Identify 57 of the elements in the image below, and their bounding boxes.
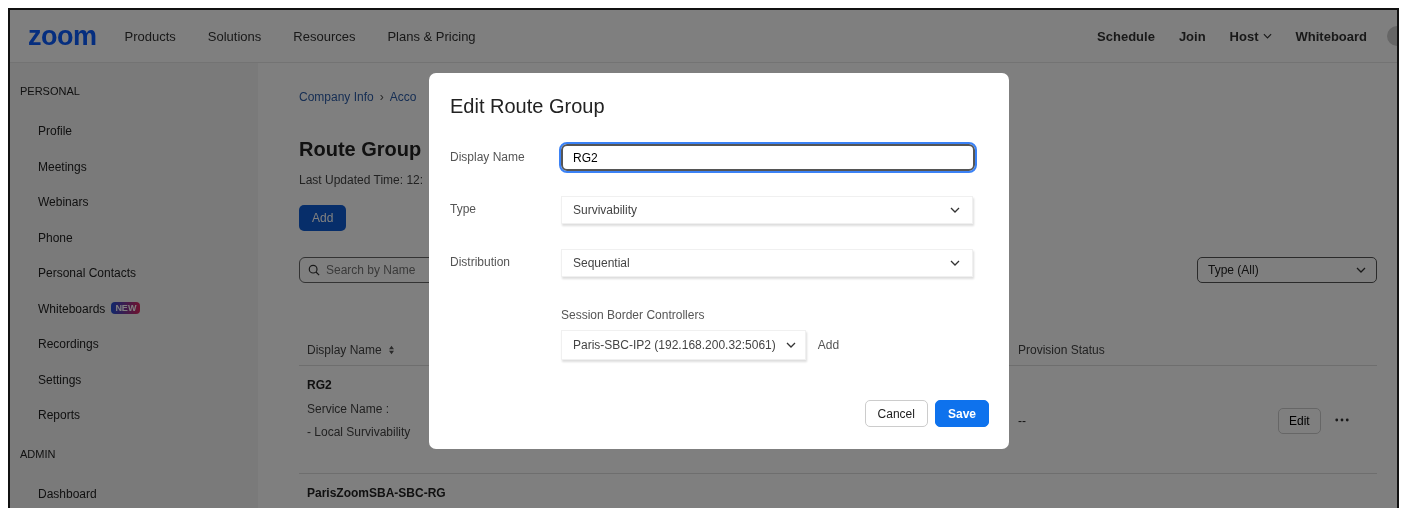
nav-link[interactable]: Resources (293, 28, 356, 44)
field-label: Session Border Controllers (561, 308, 706, 322)
sort-icon[interactable] (387, 345, 395, 355)
edit-button[interactable]: Edit (1278, 408, 1321, 434)
sidebar-item[interactable]: Phone (38, 230, 73, 245)
sidebar-item[interactable]: Webinars (38, 195, 89, 209)
chevron-down-icon (1356, 267, 1366, 273)
section-heading: ADMIN (19, 447, 57, 460)
page-title: Route Group (299, 138, 422, 161)
new-badge: NEW (111, 301, 141, 314)
nav-link[interactable]: Whiteboard (1295, 28, 1367, 44)
provision-status: -- (1018, 414, 1026, 428)
add-button[interactable]: Add (299, 205, 347, 231)
distribution-select[interactable]: Sequential (561, 249, 973, 277)
section-heading: PERSONAL (19, 85, 81, 97)
search-icon (308, 264, 320, 276)
sidebar-item[interactable]: Whiteboards (38, 301, 106, 316)
field-label: Display Name (450, 150, 526, 164)
sidebar-item[interactable]: Personal Contacts (38, 266, 137, 280)
sidebar-item[interactable]: Settings (38, 372, 82, 387)
nav-link[interactable]: Solutions (207, 28, 262, 44)
add-link[interactable]: Add (817, 338, 840, 352)
sidebar-item[interactable]: Dashboard (38, 486, 97, 501)
nav-link[interactable]: Products (124, 28, 176, 44)
nav-link[interactable]: Host (1229, 28, 1272, 44)
field-label: Type (450, 202, 477, 216)
breadcrumb-link[interactable]: Acco (389, 90, 417, 104)
chevron-down-icon (950, 207, 960, 213)
field-label: Distribution (450, 255, 512, 269)
sidebar-item[interactable]: Reports (38, 408, 81, 422)
row-name: RG2 (307, 378, 333, 392)
more-icon[interactable] (1334, 418, 1349, 422)
cancel-button[interactable]: Cancel (864, 400, 928, 427)
nav-link[interactable]: Plans & Pricing (387, 28, 476, 44)
zoom-logo[interactable]: zoom (28, 20, 97, 52)
sbc-select[interactable]: Paris-SBC-IP2 (192.168.200.32:5061) (561, 330, 806, 360)
display-name-field[interactable]: RG2 (561, 144, 975, 171)
row-name: ParisZoomSBA-SBC-RG (307, 486, 447, 500)
sidebar-item[interactable]: Profile (38, 124, 72, 138)
chevron-down-icon (785, 342, 796, 348)
save-button[interactable]: Save (934, 400, 989, 427)
nav-link[interactable]: Join (1178, 28, 1206, 44)
type-dropdown[interactable]: Type (All) (1197, 257, 1377, 283)
sidebar-item[interactable]: Recordings (38, 337, 99, 351)
caret-icon (1262, 33, 1272, 39)
dialog-title: Edit Route Group (450, 95, 606, 118)
column-header[interactable]: Provision Status (1018, 343, 1105, 357)
row-detail: Service Name : (307, 402, 390, 416)
breadcrumb-separator: › (379, 90, 384, 104)
last-updated-text: Last Updated Time: 12: (299, 173, 424, 187)
breadcrumb-link[interactable]: Company Info (299, 90, 374, 104)
type-select[interactable]: Survivability (561, 196, 973, 224)
row-detail: - Local Survivability (307, 425, 411, 439)
nav-link[interactable]: Schedule (1097, 28, 1155, 44)
column-header[interactable]: Display Name (307, 343, 382, 357)
chevron-down-icon (950, 260, 960, 266)
sidebar-item[interactable]: Meetings (38, 159, 87, 174)
